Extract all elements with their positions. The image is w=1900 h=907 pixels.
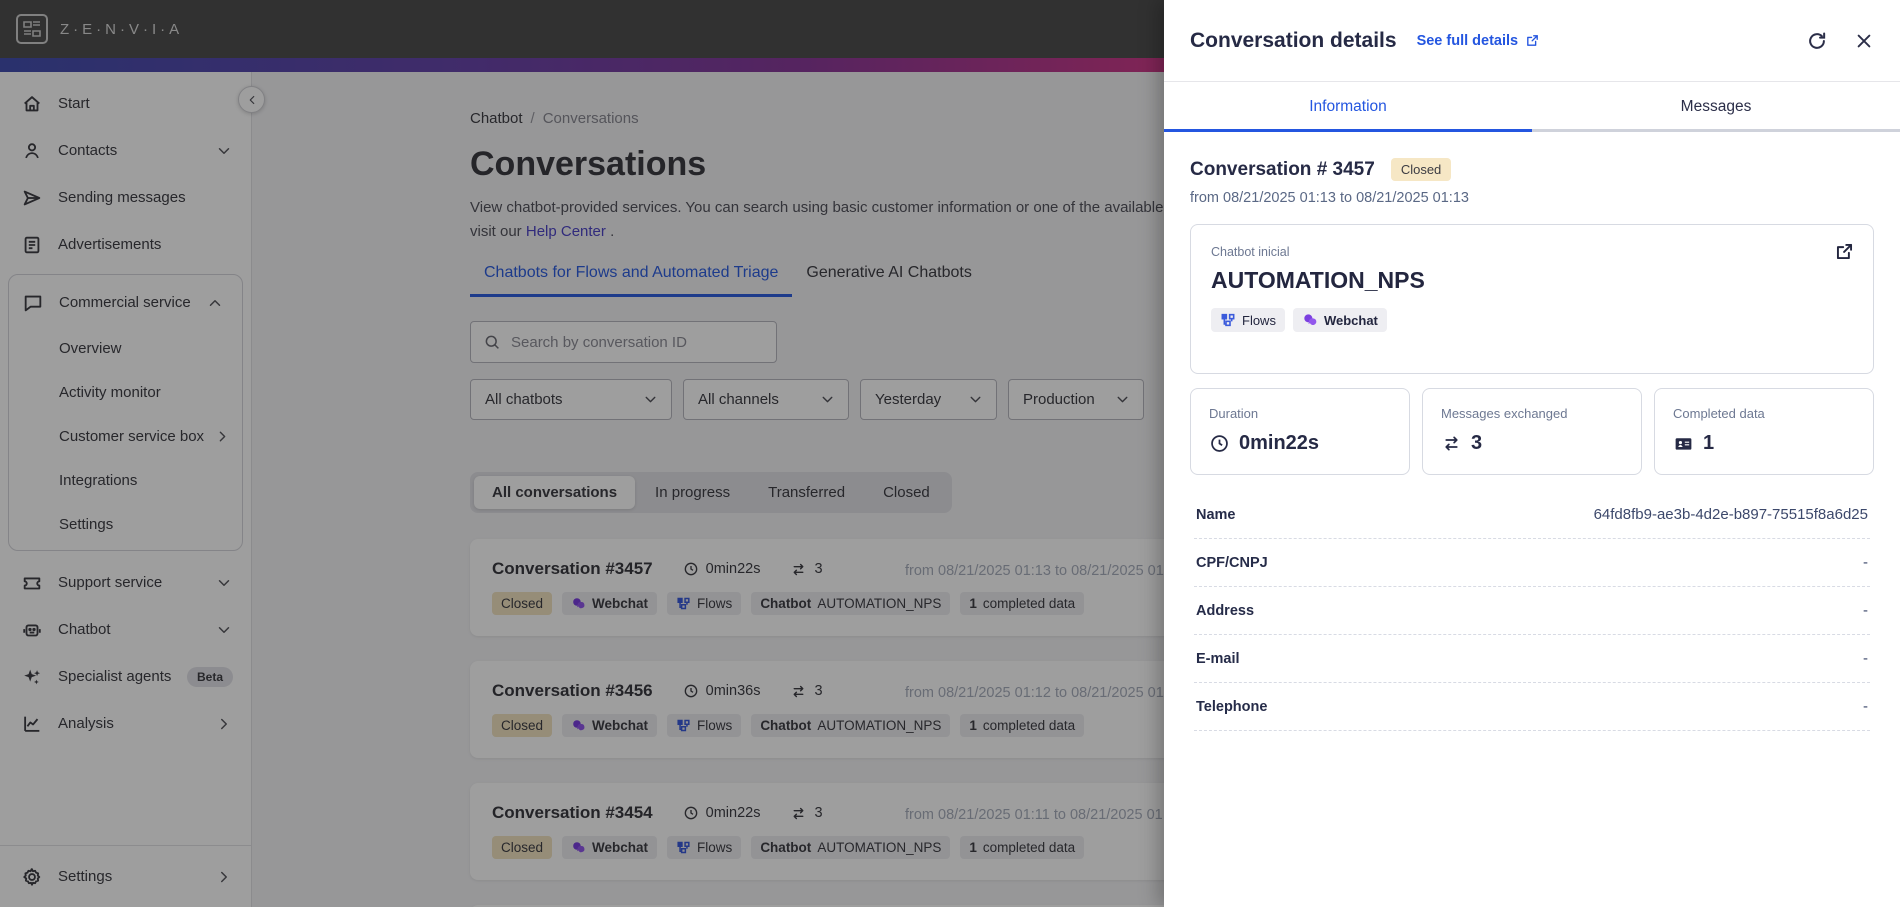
- chatbot-card-label: Chatbot inicial: [1211, 245, 1290, 259]
- contact-details-list: Name 64fd8fb9-ae3b-4d2e-b897-75515f8a6d2…: [1190, 491, 1874, 731]
- detail-row-name: Name 64fd8fb9-ae3b-4d2e-b897-75515f8a6d2…: [1194, 491, 1870, 539]
- drawer-header: Conversation details See full details: [1164, 0, 1900, 82]
- chatbot-card: Chatbot inicial AUTOMATION_NPS Flows Web…: [1190, 224, 1874, 374]
- close-icon[interactable]: [1854, 31, 1874, 51]
- tab-information[interactable]: Information: [1164, 82, 1532, 132]
- detail-row-email: E-mail -: [1194, 635, 1870, 683]
- stat-value: 3: [1471, 432, 1483, 454]
- exchange-arrows-icon: [1441, 433, 1462, 454]
- stat-completed-data: Completed data 1: [1654, 388, 1874, 475]
- chatbot-name: AUTOMATION_NPS: [1211, 267, 1425, 293]
- conversation-details-drawer: Conversation details See full details In…: [1164, 0, 1900, 907]
- refresh-button[interactable]: [1806, 30, 1828, 52]
- status-badge: Closed: [1390, 158, 1452, 181]
- modal-dim-overlay[interactable]: [0, 0, 1164, 907]
- detail-row-cpf-cnpj: CPF/CNPJ -: [1194, 539, 1870, 587]
- open-chatbot-external-link-icon[interactable]: [1834, 241, 1855, 262]
- detail-row-telephone: Telephone -: [1194, 683, 1870, 731]
- tab-messages[interactable]: Messages: [1532, 82, 1900, 132]
- channel-tag: Webchat: [1292, 308, 1387, 332]
- external-link-icon: [1525, 33, 1540, 48]
- conversation-heading: Conversation # 3457: [1190, 158, 1375, 180]
- conversation-period: from 08/21/2025 01:13 to 08/21/2025 01:1…: [1190, 190, 1469, 206]
- drawer-body: Conversation # 3457 Closed from 08/21/20…: [1164, 132, 1900, 731]
- detail-row-address: Address -: [1194, 587, 1870, 635]
- stat-value: 0min22s: [1239, 432, 1320, 454]
- clock-icon: [1209, 433, 1230, 454]
- stat-duration: Duration 0min22s: [1190, 388, 1410, 475]
- stat-value: 1: [1703, 432, 1715, 454]
- see-full-details-link[interactable]: See full details: [1417, 33, 1541, 49]
- app-window: Z·E·N·V·I·A Start Contacts Sending messa…: [0, 0, 1900, 907]
- drawer-title: Conversation details: [1190, 28, 1397, 52]
- flows-icon: [1220, 312, 1236, 328]
- flow-tag: Flows: [1211, 308, 1285, 332]
- stat-messages-exchanged: Messages exchanged 3: [1422, 388, 1642, 475]
- stats-row: Duration 0min22s Messages exchanged 3 Co…: [1190, 388, 1874, 475]
- contact-card-icon: [1673, 433, 1694, 454]
- drawer-tabs: Information Messages: [1164, 82, 1900, 132]
- webchat-icon: [1302, 312, 1318, 328]
